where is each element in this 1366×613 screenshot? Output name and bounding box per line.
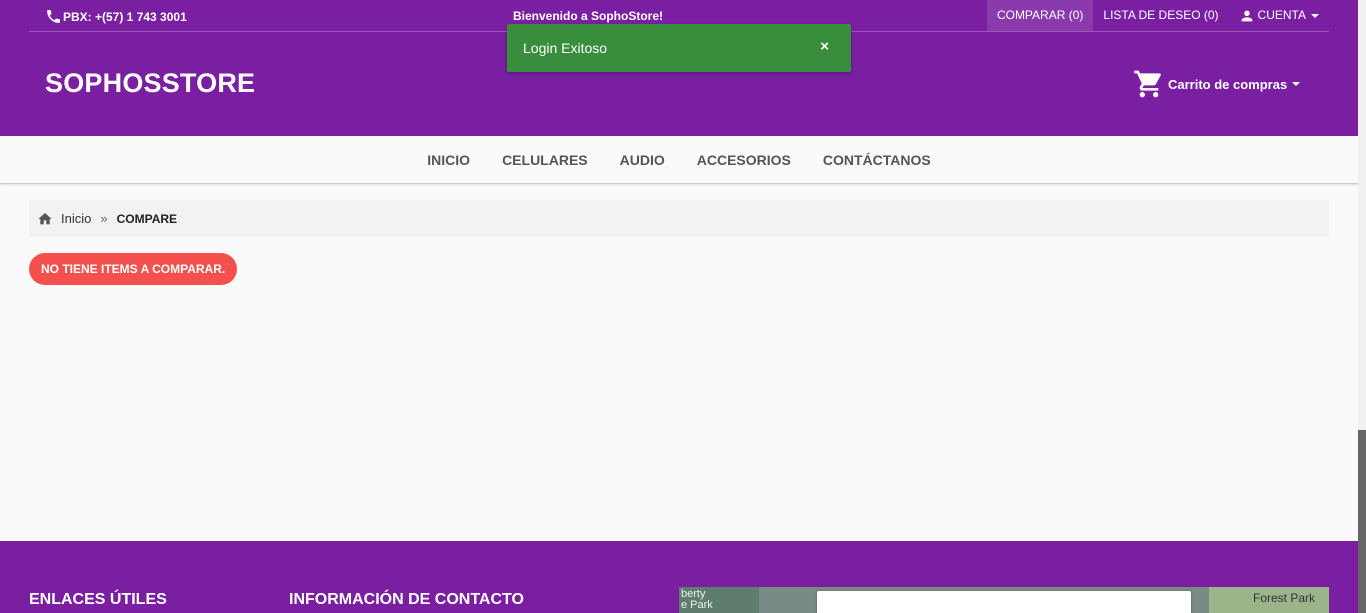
toast-message: Login Exitoso — [523, 40, 608, 56]
breadcrumb: Inicio » COMPARE — [29, 200, 1329, 237]
phone-icon — [47, 10, 60, 23]
map-label-left: berty e Park — [681, 588, 713, 611]
close-icon[interactable]: × — [820, 38, 829, 55]
top-bar-links: COMPARAR (0) LISTA DE DESEO (0) CUENTA — [986, 0, 1329, 31]
compare-link[interactable]: COMPARAR (0) — [986, 0, 1094, 31]
wishlist-link[interactable]: LISTA DE DESEO (0) — [1093, 0, 1228, 31]
home-icon[interactable] — [37, 211, 53, 227]
phone-info: PBX: +(57) 1 743 3001 — [45, 8, 187, 25]
user-icon — [1241, 10, 1252, 21]
phone-text: PBX: +(57) 1 743 3001 — [63, 9, 187, 24]
footer-links-title: ENLACES ÚTILES — [29, 591, 167, 608]
page-scrollbar[interactable] — [1358, 0, 1366, 613]
cart-icon — [1134, 70, 1161, 98]
login-toast: Login Exitoso × — [507, 24, 851, 72]
chevron-down-icon — [1311, 13, 1319, 18]
welcome-text: Bienvenido a SophoStore! — [513, 9, 664, 23]
nav-item-inicio[interactable]: INICIO — [411, 152, 486, 168]
site-logo[interactable]: SOPHOSSTORE — [45, 68, 255, 99]
breadcrumb-separator: » — [100, 211, 108, 226]
nav-item-audio[interactable]: AUDIO — [604, 152, 681, 168]
breadcrumb-current: COMPARE — [116, 211, 178, 226]
site-footer: ENLACES ÚTILES INFORMACIÓN DE CONTACTO b… — [0, 541, 1358, 613]
map-embed[interactable]: berty e Park Forest Park — [679, 587, 1329, 613]
cart-menu[interactable]: Carrito de compras — [1132, 68, 1301, 100]
page: PBX: +(57) 1 743 3001 Bienvenido a Sopho… — [0, 0, 1366, 613]
account-label: CUENTA — [1257, 8, 1306, 22]
breadcrumb-home[interactable]: Inicio — [61, 211, 91, 226]
chevron-down-icon — [1292, 82, 1301, 86]
scrollbar-thumb[interactable] — [1358, 430, 1366, 613]
cart-label: Carrito de compras — [1168, 76, 1288, 92]
nav-item-contactanos[interactable]: CONTÁCTANOS — [807, 152, 947, 168]
main-nav: INICIO CELULARES AUDIO ACCESORIOS CONTÁC… — [0, 136, 1358, 184]
map-info-card — [817, 591, 1191, 613]
nav-item-accesorios[interactable]: ACCESORIOS — [681, 152, 807, 168]
map-label-right: Forest Park — [1252, 591, 1315, 605]
nav-item-celulares[interactable]: CELULARES — [486, 152, 604, 168]
empty-compare-badge: NO TIENE ITEMS A COMPARAR. — [29, 253, 238, 285]
footer-contact-title: INFORMACIÓN DE CONTACTO — [289, 591, 524, 608]
account-menu[interactable]: CUENTA — [1229, 0, 1329, 31]
